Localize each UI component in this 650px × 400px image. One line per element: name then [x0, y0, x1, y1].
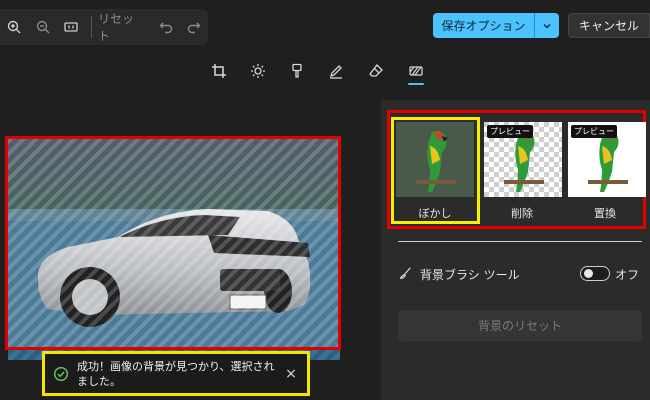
active-tool-indicator — [408, 83, 424, 85]
markup-icon[interactable] — [325, 60, 347, 82]
save-options-button[interactable]: 保存オプション — [433, 13, 559, 38]
fit-icon[interactable] — [57, 12, 85, 42]
reset-zoom-button[interactable]: リセット — [98, 10, 143, 44]
filter-icon[interactable] — [286, 60, 308, 82]
preview-badge: プレビュー — [571, 125, 617, 138]
preset-replace-thumbnail[interactable]: プレビュー — [568, 122, 646, 197]
background-brush-label: 背景ブラシ ツール — [420, 268, 520, 282]
edited-photo[interactable] — [5, 136, 341, 350]
chevron-down-icon[interactable] — [534, 13, 559, 38]
preset-blur-label: ぼかし — [418, 207, 452, 220]
toggle-knob — [584, 269, 593, 278]
save-options-label: 保存オプション — [441, 19, 526, 33]
success-toast: 成功！画像の背景が見つかり、選択されました。 × — [42, 351, 310, 396]
close-icon[interactable]: × — [283, 366, 299, 382]
preset-remove-thumbnail[interactable]: プレビュー — [484, 122, 562, 197]
zoom-toolbar: リセット — [0, 9, 208, 45]
preview-badge: プレビュー — [487, 125, 533, 138]
background-brush-toggle[interactable] — [580, 266, 610, 281]
zoom-in-icon[interactable] — [0, 12, 28, 42]
toast-message: 成功！画像の背景が見つかり、選択されました。 — [77, 359, 275, 388]
redo-icon[interactable] — [180, 12, 208, 42]
toggle-state-label: オフ — [615, 268, 640, 282]
zoom-out-icon[interactable] — [28, 12, 56, 42]
reset-background-button[interactable]: 背景のリセット — [398, 310, 642, 341]
preset-remove-label: 削除 — [511, 207, 533, 220]
check-circle-icon — [53, 366, 69, 382]
adjust-icon[interactable] — [247, 60, 269, 82]
toolbar-divider — [91, 16, 92, 38]
panel-divider — [398, 241, 642, 242]
background-icon[interactable] — [405, 60, 427, 82]
preset-replace-label: 置換 — [594, 207, 616, 220]
undo-icon[interactable] — [151, 12, 179, 42]
cancel-button[interactable]: キャンセル — [568, 13, 650, 38]
erase-icon[interactable] — [365, 60, 387, 82]
car-photo — [8, 139, 338, 347]
crop-icon[interactable] — [208, 60, 230, 82]
brush-icon — [398, 265, 414, 281]
